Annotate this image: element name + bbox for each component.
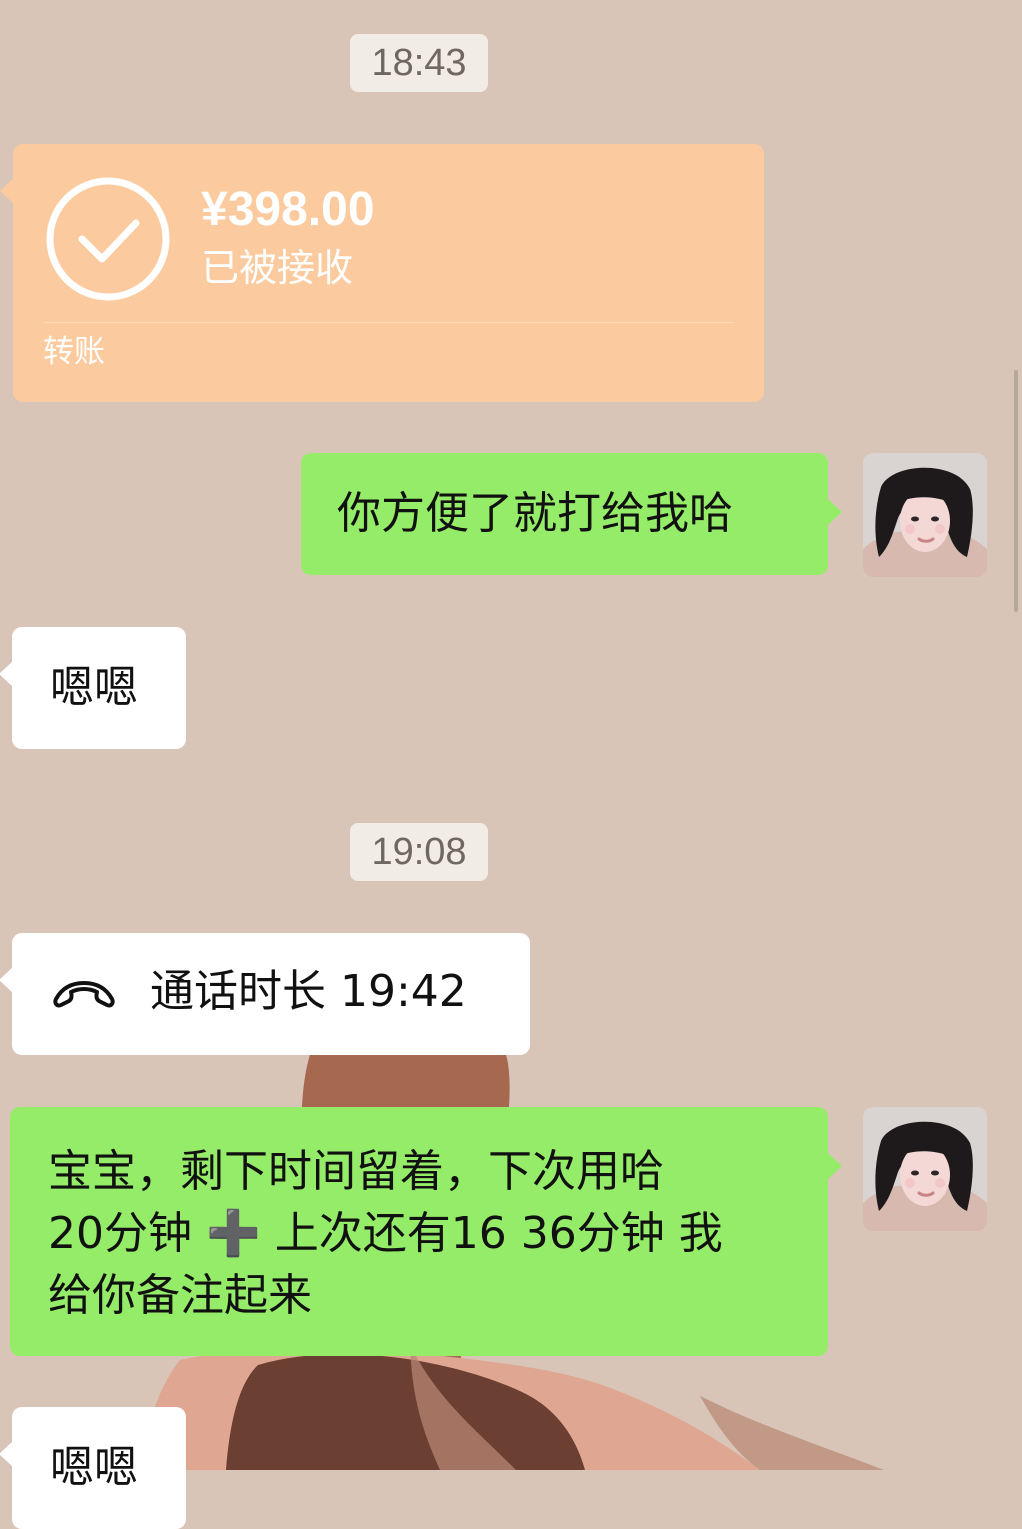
sent-message[interactable]: 你方便了就打给我哈 [301, 453, 842, 575]
phone-hangup-icon [53, 981, 115, 1008]
transfer-divider [43, 322, 734, 323]
timestamp: 18:43 [350, 34, 488, 92]
check-circle-icon [46, 177, 170, 301]
message-text: 宝宝，剩下时间留着，下次用哈 20分钟 ➕ 上次还有16 36分钟 我 给你备注… [48, 1146, 723, 1321]
timestamp: 19:08 [350, 823, 488, 881]
sent-message[interactable]: 宝宝，剩下时间留着，下次用哈 20分钟 ➕ 上次还有16 36分钟 我 给你备注… [10, 1107, 842, 1356]
chat-thread: 18:43 ¥398.00 已被接收 转账 你方便了就打给我哈 嗯嗯 19:08 [0, 0, 1022, 1529]
scrollbar[interactable] [1014, 370, 1018, 612]
call-message[interactable]: 通话时长 19:42 [0, 933, 530, 1055]
message-text: 嗯嗯 [50, 1442, 138, 1493]
call-duration: 通话时长 19:42 [150, 966, 467, 1017]
transfer-label: 转账 [43, 334, 105, 370]
message-text: 你方便了就打给我哈 [337, 488, 733, 539]
avatar[interactable] [863, 453, 987, 577]
avatar[interactable] [863, 1107, 987, 1231]
transfer-status: 已被接收 [201, 246, 354, 290]
received-message[interactable]: 嗯嗯 [0, 627, 186, 749]
transfer-message[interactable]: ¥398.00 已被接收 转账 [0, 144, 764, 402]
message-text: 嗯嗯 [50, 662, 138, 713]
received-message[interactable]: 嗯嗯 [0, 1407, 186, 1529]
transfer-amount: ¥398.00 [201, 183, 375, 236]
